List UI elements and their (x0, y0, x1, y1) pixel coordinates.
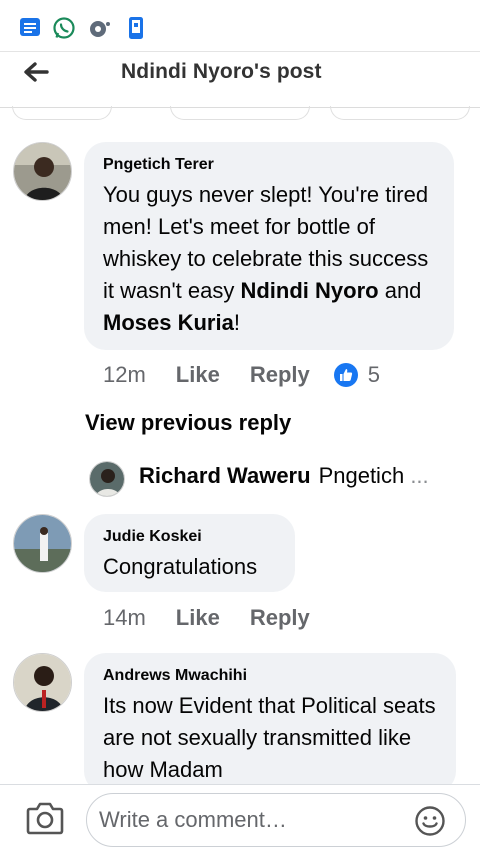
mention-link[interactable]: Moses Kuria (103, 310, 234, 335)
profile-photo (14, 654, 71, 711)
like-button[interactable]: Like (176, 605, 220, 631)
comment-author[interactable]: Andrews Mwachihi (103, 667, 438, 685)
page-title: Ndindi Nyoro's post (121, 60, 322, 83)
avatar[interactable] (13, 142, 72, 201)
status-bar (0, 0, 480, 52)
comment-author[interactable]: Pngetich Terer (103, 156, 436, 174)
camera-icon[interactable] (26, 801, 64, 835)
whatsapp-icon (53, 17, 75, 39)
avatar[interactable] (13, 653, 72, 712)
reaction-pill (330, 106, 470, 120)
thumbs-up-icon (333, 363, 358, 387)
comment-bubble: Andrews Mwachihi Its now Evident that Po… (84, 653, 456, 793)
avatar[interactable] (89, 461, 125, 497)
emoji-icon[interactable] (414, 805, 446, 837)
reaction-pill (12, 106, 112, 120)
comment-actions: 14m Like Reply (103, 603, 310, 633)
reaction-summary[interactable]: 5 (333, 362, 380, 388)
reaction-pill (170, 106, 310, 120)
comment-text: Its now Evident that Political seats are… (103, 693, 436, 782)
like-button[interactable]: Like (176, 362, 220, 388)
reply-author[interactable]: Richard Waweru (139, 463, 311, 488)
chat-icon (90, 21, 110, 37)
message-icon (20, 18, 40, 36)
phone-icon (129, 17, 143, 39)
app-header: Ndindi Nyoro's post (0, 52, 480, 108)
comment-author[interactable]: Judie Koskei (103, 528, 277, 546)
reply-button[interactable]: Reply (250, 362, 310, 388)
profile-photo (14, 515, 71, 572)
comment-text: You guys never slept! You're tired men! … (103, 182, 429, 335)
reply-snippet: Pngetich (318, 463, 405, 488)
avatar[interactable] (13, 514, 72, 573)
comment-text: Congratulations (103, 554, 258, 579)
comment-box (86, 793, 466, 847)
back-arrow-icon (24, 62, 49, 82)
comment-composer (0, 784, 480, 854)
reply-button[interactable]: Reply (250, 605, 310, 631)
reply-preview[interactable]: Richard Waweru Pngetich ... (139, 463, 429, 489)
comment-actions: 12m Like Reply 5 (103, 360, 380, 390)
back-button[interactable] (20, 56, 52, 88)
profile-photo (90, 462, 124, 496)
view-previous-reply-link[interactable]: View previous reply (85, 410, 291, 436)
comment-bubble: Judie Koskei Congratulations (84, 514, 295, 592)
mention-link[interactable]: Ndindi Nyoro (240, 278, 378, 303)
comment-time: 12m (103, 362, 146, 387)
comment-input[interactable] (99, 794, 399, 846)
profile-photo (14, 143, 71, 200)
comment-time: 14m (103, 605, 146, 630)
reply-ellipsis: ... (410, 463, 429, 488)
reaction-count: 5 (367, 362, 380, 387)
comment-bubble: Pngetich Terer You guys never slept! You… (84, 142, 454, 350)
